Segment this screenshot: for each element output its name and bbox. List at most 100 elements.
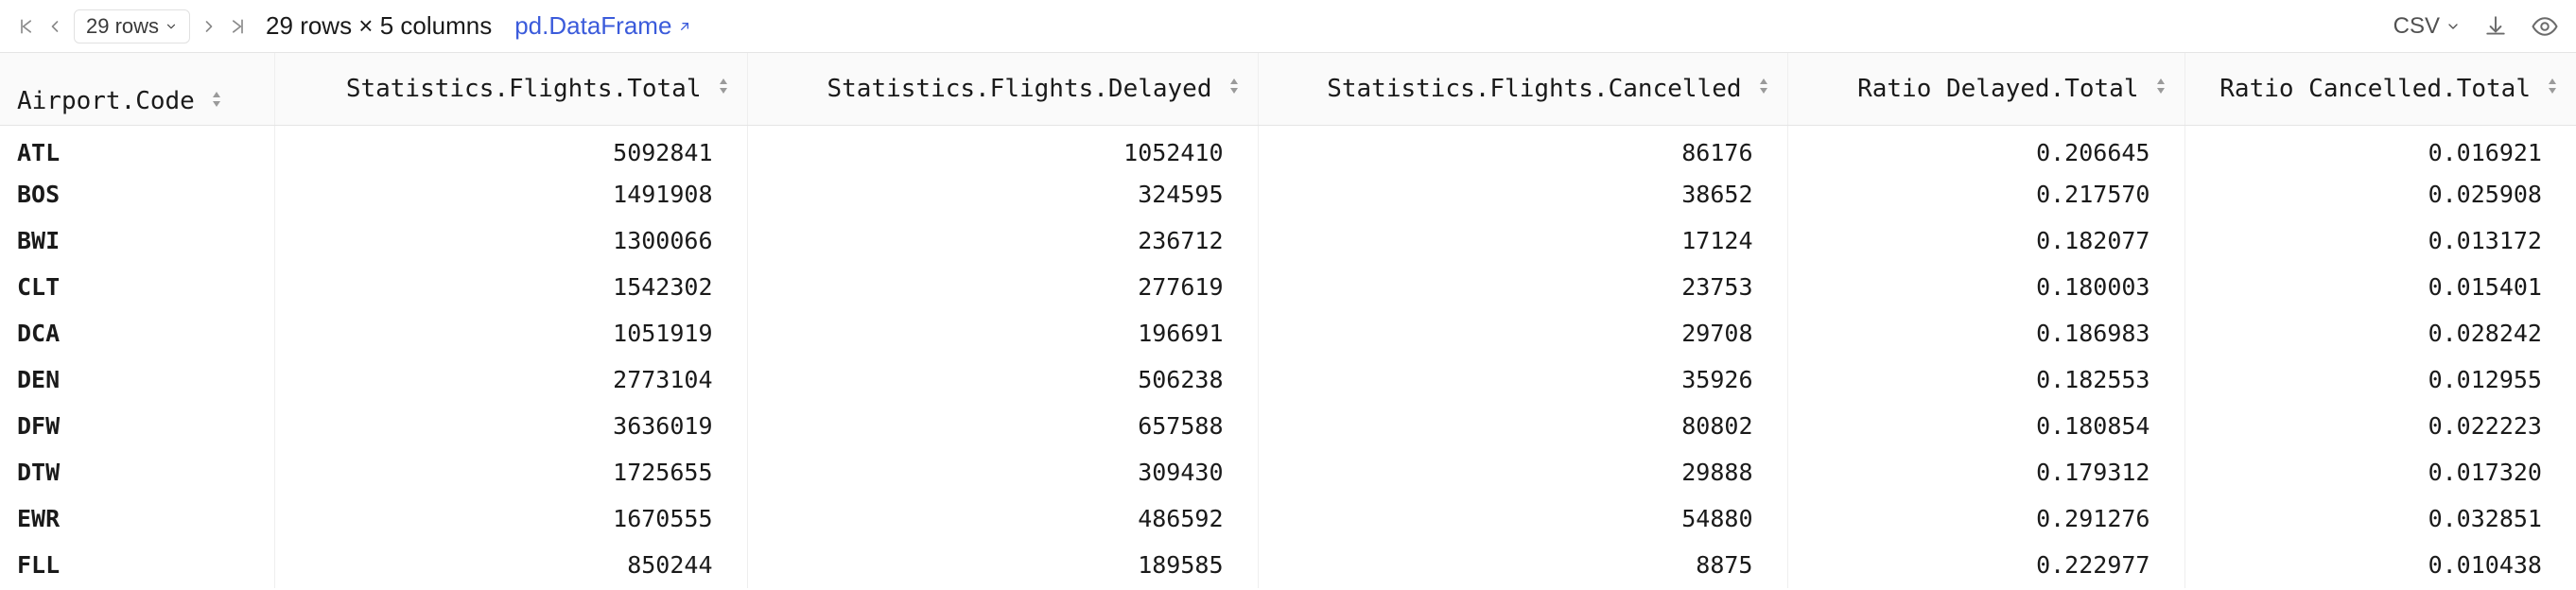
cell-ratio-delayed: 0.291276 [1787, 495, 2184, 542]
cell-airport-code: ATL [0, 125, 274, 171]
dataframe-type-label: pd.DataFrame [514, 11, 671, 41]
cell-total: 1491908 [274, 171, 747, 217]
column-label: Statistics.Flights.Delayed [827, 75, 1212, 103]
column-label: Statistics.Flights.Cancelled [1327, 75, 1741, 103]
cell-airport-code: DEN [0, 356, 274, 403]
sort-icon[interactable] [1757, 76, 1770, 102]
cell-cancelled: 38652 [1258, 171, 1787, 217]
cell-airport-code: CLT [0, 264, 274, 310]
cell-delayed: 277619 [747, 264, 1258, 310]
cell-ratio-cancelled: 0.013172 [2184, 217, 2576, 264]
cell-total: 5092841 [274, 125, 747, 171]
prev-page-button[interactable] [45, 17, 64, 36]
cell-ratio-delayed: 0.186983 [1787, 310, 2184, 356]
table-row[interactable]: DFW3636019657588808020.1808540.022223 [0, 403, 2576, 449]
cell-airport-code: BWI [0, 217, 274, 264]
column-header-total[interactable]: Statistics.Flights.Total [274, 53, 747, 125]
table-row[interactable]: BWI1300066236712171240.1820770.013172 [0, 217, 2576, 264]
cell-cancelled: 86176 [1258, 125, 1787, 171]
cell-total: 2773104 [274, 356, 747, 403]
cell-airport-code: DCA [0, 310, 274, 356]
column-header-ratio-cancelled[interactable]: Ratio Cancelled.Total [2184, 53, 2576, 125]
next-page-button[interactable] [200, 17, 218, 36]
cell-ratio-cancelled: 0.010438 [2184, 542, 2576, 588]
table-row[interactable]: DCA1051919196691297080.1869830.028242 [0, 310, 2576, 356]
page-nav-group: 29 rows [17, 9, 247, 43]
cell-ratio-delayed: 0.182077 [1787, 217, 2184, 264]
chevron-down-icon [165, 20, 178, 33]
cell-airport-code: EWR [0, 495, 274, 542]
cell-total: 1542302 [274, 264, 747, 310]
column-label: Ratio Cancelled.Total [2219, 75, 2531, 103]
toolbar-right-group: CSV [2393, 12, 2559, 41]
header-row: Airport.Code Statistics.Flights.Total St… [0, 53, 2576, 125]
cell-airport-code: BOS [0, 171, 274, 217]
cell-ratio-delayed: 0.179312 [1787, 449, 2184, 495]
cell-ratio-delayed: 0.180003 [1787, 264, 2184, 310]
column-label: Airport.Code [17, 87, 195, 115]
eye-icon [2531, 12, 2559, 41]
chevron-down-icon [2445, 19, 2461, 34]
cell-delayed: 1052410 [747, 125, 1258, 171]
cell-airport-code: DTW [0, 449, 274, 495]
column-label: Ratio Delayed.Total [1857, 75, 2138, 103]
column-header-cancelled[interactable]: Statistics.Flights.Cancelled [1258, 53, 1787, 125]
cell-total: 1300066 [274, 217, 747, 264]
sort-icon[interactable] [717, 76, 730, 102]
cell-delayed: 657588 [747, 403, 1258, 449]
column-label: Statistics.Flights.Total [346, 75, 702, 103]
cell-ratio-cancelled: 0.028242 [2184, 310, 2576, 356]
cell-delayed: 196691 [747, 310, 1258, 356]
table-row[interactable]: CLT1542302277619237530.1800030.015401 [0, 264, 2576, 310]
table-row[interactable]: ATL50928411052410861760.2066450.016921 [0, 125, 2576, 171]
cell-delayed: 324595 [747, 171, 1258, 217]
cell-ratio-delayed: 0.217570 [1787, 171, 2184, 217]
cell-airport-code: DFW [0, 403, 274, 449]
table-row[interactable]: BOS1491908324595386520.2175700.025908 [0, 171, 2576, 217]
cell-delayed: 309430 [747, 449, 1258, 495]
view-toggle-button[interactable] [2531, 12, 2559, 41]
cell-total: 1725655 [274, 449, 747, 495]
cell-airport-code: FLL [0, 542, 274, 588]
cell-ratio-cancelled: 0.016921 [2184, 125, 2576, 171]
last-page-button[interactable] [228, 17, 247, 36]
column-header-ratio-delayed[interactable]: Ratio Delayed.Total [1787, 53, 2184, 125]
cell-delayed: 486592 [747, 495, 1258, 542]
rows-selector[interactable]: 29 rows [74, 9, 190, 43]
cell-ratio-cancelled: 0.015401 [2184, 264, 2576, 310]
cell-total: 1670555 [274, 495, 747, 542]
first-page-button[interactable] [17, 17, 36, 36]
cell-ratio-delayed: 0.222977 [1787, 542, 2184, 588]
download-icon [2483, 14, 2508, 39]
sort-icon[interactable] [2154, 76, 2167, 102]
sort-icon[interactable] [2546, 76, 2559, 102]
cell-ratio-cancelled: 0.017320 [2184, 449, 2576, 495]
cell-cancelled: 23753 [1258, 264, 1787, 310]
shape-summary: 29 rows × 5 columns [266, 11, 492, 41]
sort-icon[interactable] [210, 89, 223, 115]
external-link-icon [677, 19, 692, 34]
table-row[interactable]: EWR1670555486592548800.2912760.032851 [0, 495, 2576, 542]
cell-delayed: 506238 [747, 356, 1258, 403]
table-row[interactable]: DTW1725655309430298880.1793120.017320 [0, 449, 2576, 495]
cell-ratio-delayed: 0.206645 [1787, 125, 2184, 171]
dataframe-type-link[interactable]: pd.DataFrame [514, 11, 692, 41]
cell-cancelled: 29888 [1258, 449, 1787, 495]
export-format-selector[interactable]: CSV [2393, 13, 2461, 40]
download-button[interactable] [2483, 14, 2508, 39]
cell-cancelled: 35926 [1258, 356, 1787, 403]
cell-cancelled: 80802 [1258, 403, 1787, 449]
cell-total: 3636019 [274, 403, 747, 449]
table-body: ATL50928411052410861760.2066450.016921BO… [0, 125, 2576, 588]
cell-total: 1051919 [274, 310, 747, 356]
cell-delayed: 189585 [747, 542, 1258, 588]
column-header-index[interactable]: Airport.Code [0, 53, 274, 125]
dataframe-table: Airport.Code Statistics.Flights.Total St… [0, 53, 2576, 588]
table-row[interactable]: FLL85024418958588750.2229770.010438 [0, 542, 2576, 588]
cell-ratio-cancelled: 0.012955 [2184, 356, 2576, 403]
table-row[interactable]: DEN2773104506238359260.1825530.012955 [0, 356, 2576, 403]
cell-ratio-cancelled: 0.022223 [2184, 403, 2576, 449]
cell-ratio-cancelled: 0.032851 [2184, 495, 2576, 542]
sort-icon[interactable] [1227, 76, 1241, 102]
column-header-delayed[interactable]: Statistics.Flights.Delayed [747, 53, 1258, 125]
